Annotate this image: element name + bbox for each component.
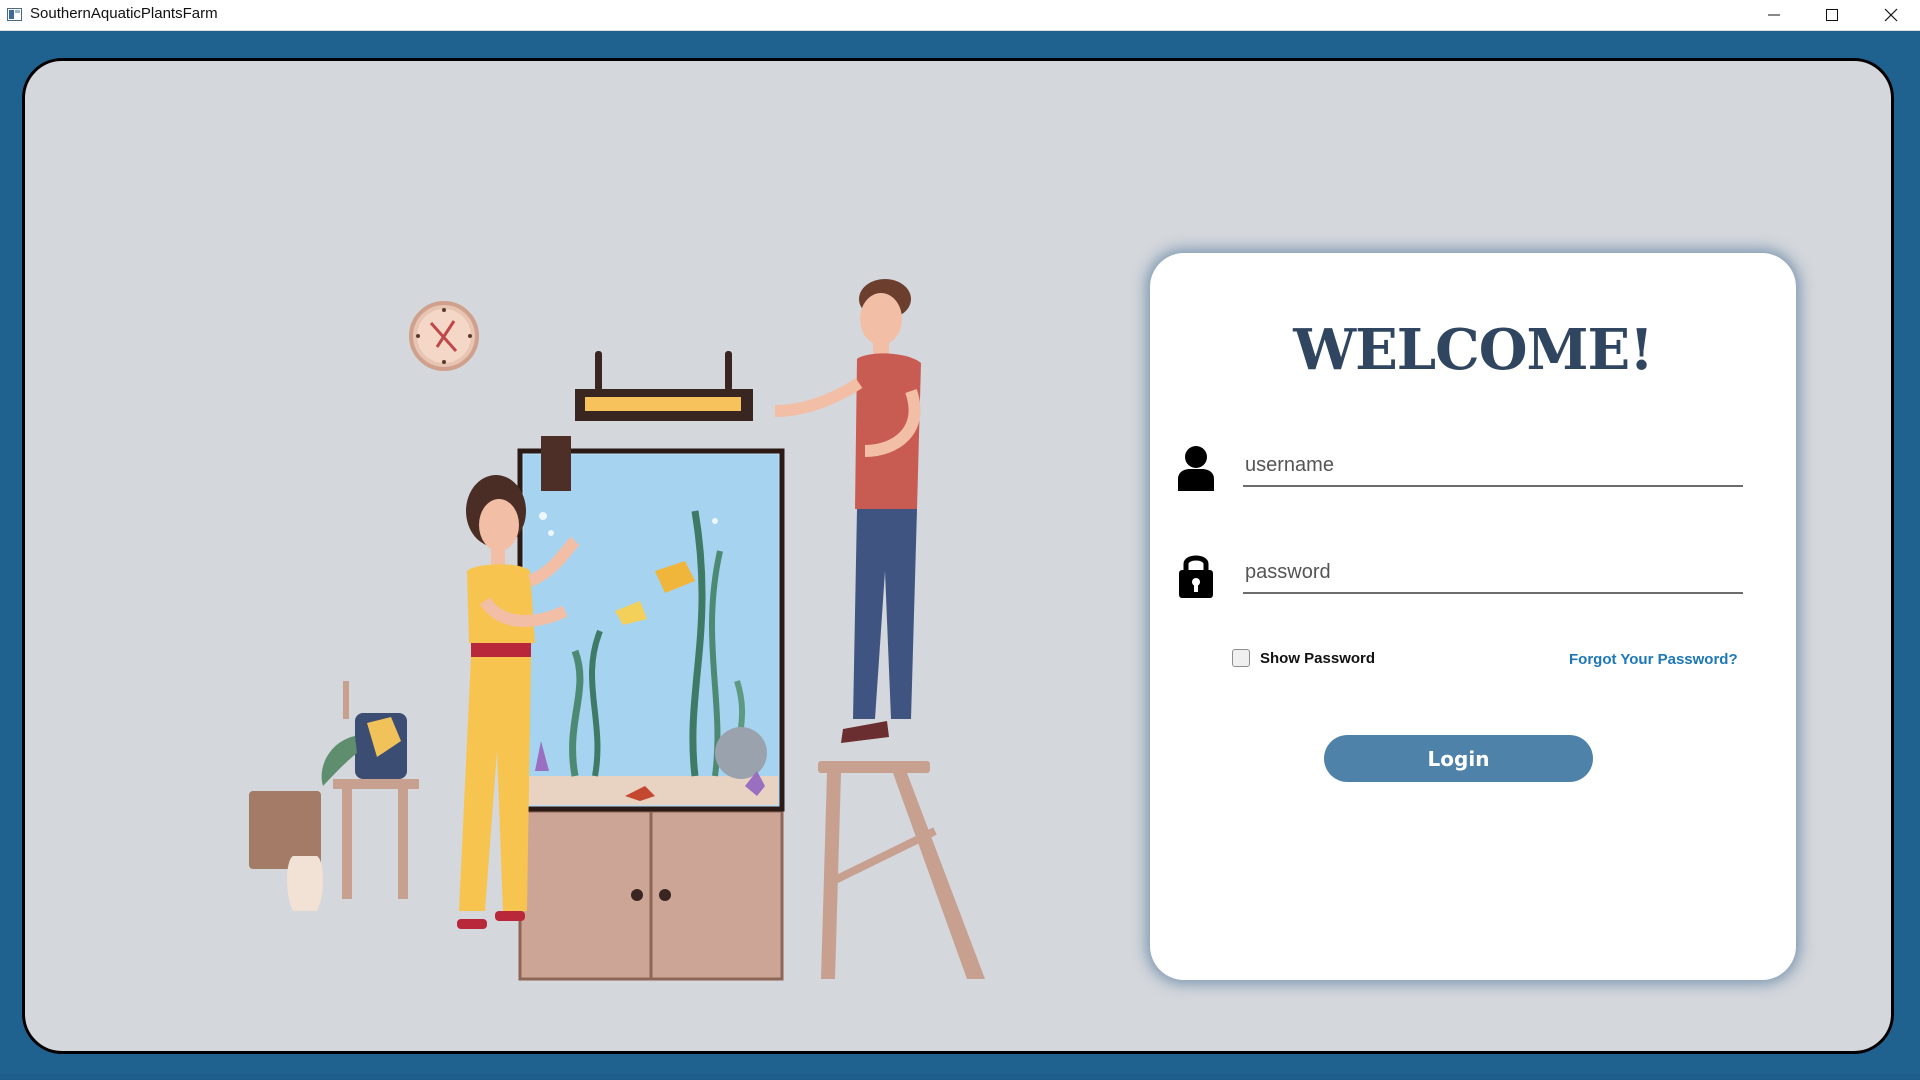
maximize-button[interactable]	[1803, 0, 1861, 31]
main-panel: WELCOME! Show Password Forgot Your Passw…	[22, 58, 1894, 1054]
bottom-edge	[0, 1074, 1920, 1080]
password-input[interactable]	[1243, 552, 1743, 594]
aquarium-cabinet	[518, 809, 784, 981]
username-input[interactable]	[1243, 445, 1743, 487]
aquarium-tank	[517, 448, 785, 812]
login-button[interactable]: Login	[1324, 735, 1593, 782]
show-password-toggle[interactable]: Show Password	[1232, 649, 1375, 667]
user-icon	[1176, 445, 1216, 495]
app-icon	[7, 6, 22, 21]
minimize-icon	[1768, 14, 1780, 16]
maximize-icon	[1826, 9, 1838, 21]
wall-clock	[409, 301, 479, 371]
minimize-button[interactable]	[1745, 0, 1803, 31]
lock-icon	[1176, 551, 1216, 603]
window-title: SouthernAquaticPlantsFarm	[30, 5, 218, 22]
side-table-with-plant	[249, 681, 419, 911]
aquarium-illustration	[249, 279, 985, 981]
close-icon	[1884, 8, 1898, 22]
step-stool	[818, 761, 985, 979]
welcome-heading: WELCOME!	[1293, 317, 1654, 383]
forgot-password-link[interactable]: Forgot Your Password?	[1569, 651, 1738, 668]
show-password-label: Show Password	[1260, 649, 1376, 667]
login-card: WELCOME! Show Password Forgot Your Passw…	[1150, 253, 1796, 980]
window-title-bar[interactable]: SouthernAquaticPlantsFarm	[0, 0, 1920, 31]
close-button[interactable]	[1862, 0, 1920, 31]
man-feeding-fish	[774, 279, 921, 743]
show-password-checkbox[interactable]	[1232, 649, 1250, 667]
